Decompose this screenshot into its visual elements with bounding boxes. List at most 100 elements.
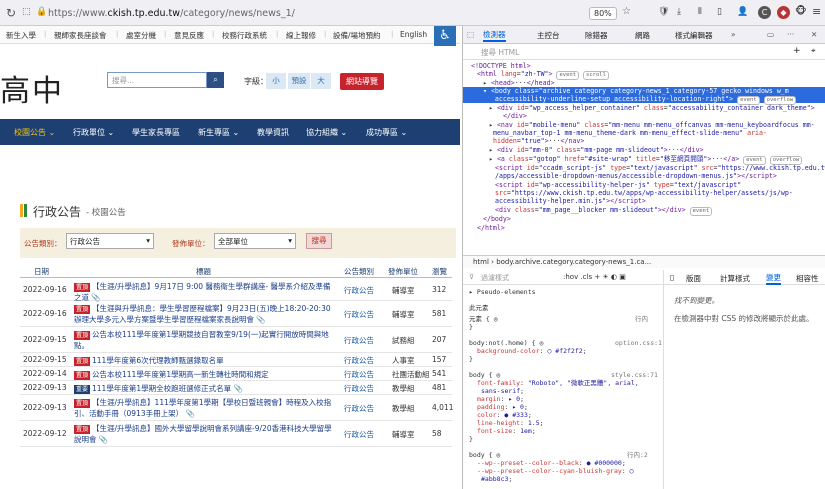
url-field[interactable]: https://www.ckish.tp.edu.tw/category/new… xyxy=(48,8,295,19)
menu-icon[interactable]: ≡ xyxy=(812,5,821,18)
extension-icon[interactable]: 🐵 xyxy=(795,6,807,17)
announcement-title[interactable]: 公告本校111學年度第1學期競技自習教室9/19(一)起實行開放時間與地點。 xyxy=(74,330,329,350)
topnav-item[interactable]: 線上報修 xyxy=(286,30,316,41)
announcement-link[interactable]: 置頂 公告本校111學年度第1學期競技自習教室9/19(一)起實行開放時間與地點。 xyxy=(74,329,334,351)
announcement-link[interactable]: 置頂 【生涯與升學訊息：學生學習歷程檔案】9月23日(五)晚上18:20-20:3… xyxy=(74,303,334,325)
column-header: 日期 xyxy=(34,267,49,276)
fontsize-label: 字級： xyxy=(244,77,268,86)
tab-changes[interactable]: 變更 xyxy=(766,272,781,285)
category-cell[interactable]: 行政公告 xyxy=(344,369,374,380)
mainnav-item[interactable]: 學生家長專區 xyxy=(132,127,180,138)
rules-filter-input[interactable]: 過濾樣式 xyxy=(481,273,509,283)
priority-badge: 置頂 xyxy=(74,425,91,434)
announcement-title[interactable]: 【生涯/升學訊息】國外大學留學說明會系列講座-9/20香港科技大學留學說明會 📎 xyxy=(74,424,332,444)
shield-icon[interactable]: 🛡 xyxy=(658,7,669,17)
mainnav-item-announcements[interactable]: 校園公告 ⌄ xyxy=(14,127,55,138)
announcement-title[interactable]: 公告本校111學年度第1學期高一新生轉社時間和規定 xyxy=(92,370,269,379)
sidebar-icon[interactable]: ▯ xyxy=(717,7,722,17)
mainnav-item[interactable]: 教學資訊 xyxy=(257,127,289,138)
css-rules[interactable]: ▸ Pseudo-elements 此元素 元素 { ◎ 行内 } body:no… xyxy=(463,285,663,489)
topnav-item[interactable]: 意見反應 xyxy=(174,30,204,41)
announcement-title[interactable]: 111學年度第6次代理教師甄選錄取名單 xyxy=(92,356,224,365)
lock-icon: 🔒 xyxy=(36,7,48,17)
views-cell: 541 xyxy=(432,369,447,378)
more-options-icon[interactable]: ··· xyxy=(787,30,794,39)
announcement-link[interactable]: 置頂 【生涯/升學訊息】國外大學留學說明會系列講座-9/20香港科技大學留學說明會… xyxy=(74,423,334,445)
announcement-title[interactable]: 【生涯/升學訊息】111學年度第1學期【學校日暨班親會】時程及入校指引、活動手冊… xyxy=(74,398,331,418)
announcement-link[interactable]: 置頂 【生涯/升學訊息】9月17日 9:00 醫務衛生學群講座- 醫學系介紹及準備… xyxy=(74,281,334,303)
responsive-icon[interactable]: ▭ xyxy=(767,30,774,39)
topnav-item[interactable]: 設備/場地預約 xyxy=(333,30,381,41)
views-cell: 58 xyxy=(432,429,442,438)
tab-layout[interactable]: 版面 xyxy=(686,273,701,284)
announcement-title[interactable]: 【生涯與升學訊息：學生學習歷程檔案】9月23日(五)晚上18:20-20:30辦… xyxy=(74,304,331,324)
announcement-title[interactable]: 111學年度第1學期全校跑班選修正式名單 📎 xyxy=(92,384,243,393)
topnav-item-english[interactable]: English xyxy=(400,30,427,39)
extension-shield-icon[interactable]: ◆ xyxy=(777,6,790,19)
tab-debugger[interactable]: 除錯器 xyxy=(585,30,608,41)
add-node-icon[interactable]: + xyxy=(793,46,801,56)
site-search-input[interactable]: 搜尋... xyxy=(107,72,207,88)
category-cell[interactable]: 行政公告 xyxy=(344,285,374,296)
html-search-input[interactable]: 搜尋 HTML xyxy=(463,44,825,60)
school-logo[interactable]: 高中 xyxy=(0,66,64,110)
tab-inspector[interactable]: 檢測器 xyxy=(483,29,506,42)
mainnav-item[interactable]: 行政單位 ⌄ xyxy=(73,127,114,138)
fontsize-small-button[interactable]: 小 xyxy=(266,73,286,89)
download-icon[interactable]: ⤓ xyxy=(677,7,681,17)
category-cell[interactable]: 行政公告 xyxy=(344,383,374,394)
tab-compatibility[interactable]: 相容性 xyxy=(796,273,819,284)
fontsize-default-button[interactable]: 預設 xyxy=(288,73,310,89)
tab-console[interactable]: 主控台 xyxy=(537,30,560,41)
unit-cell: 社團活動組 xyxy=(392,370,430,379)
more-tabs-icon[interactable]: » xyxy=(731,30,736,39)
eyedropper-icon[interactable]: ⌖ xyxy=(811,46,816,56)
announcement-link[interactable]: 置頂 公告本校111學年度第1學期高一新生轉社時間和規定 xyxy=(74,369,334,380)
topnav-item[interactable]: 校務行政系統 xyxy=(222,30,267,41)
category-select[interactable]: 行政公告 ▾ xyxy=(66,233,154,249)
mainnav-item[interactable]: 協力組織 ⌄ xyxy=(306,127,347,138)
site-search-button[interactable]: ⌕ xyxy=(207,72,224,88)
announcement-link[interactable]: 重要 111學年度第1學期全校跑班選修正式名單 📎 xyxy=(74,383,334,394)
tab-style-editor[interactable]: 樣式編輯器 xyxy=(675,30,713,41)
main-nav: 校園公告 ⌄ 行政單位 ⌄ 學生家長專區 新生專區 ⌄ 教學資訊 協力組織 ⌄ … xyxy=(0,119,460,145)
announcement-link[interactable]: 置頂 【生涯/升學訊息】111學年度第1學期【學校日暨班親會】時程及入校指引、活動… xyxy=(74,397,334,419)
tab-computed[interactable]: 計算樣式 xyxy=(720,273,750,284)
no-changes-text: 找不到變更。 xyxy=(674,296,719,305)
fontsize-large-button[interactable]: 大 xyxy=(311,73,331,89)
date-cell: 2022-09-16 xyxy=(23,285,67,294)
mainnav-item[interactable]: 新生專區 ⌄ xyxy=(198,127,239,138)
accessibility-button[interactable]: ♿ xyxy=(434,26,456,46)
category-cell[interactable]: 行政公告 xyxy=(344,309,374,320)
tab-network[interactable]: 網路 xyxy=(635,30,650,41)
zoom-indicator[interactable]: 80% xyxy=(589,7,617,20)
bookmark-star-icon[interactable]: ☆ xyxy=(622,6,631,17)
category-cell[interactable]: 行政公告 xyxy=(344,429,374,440)
topnav-item[interactable]: 新生入學 xyxy=(6,30,36,41)
extension-c-icon[interactable]: C xyxy=(758,6,771,19)
category-cell[interactable]: 行政公告 xyxy=(344,403,374,414)
dom-breadcrumb[interactable]: html › body.archive.category.category-ne… xyxy=(463,255,825,268)
refresh-icon[interactable]: ↻ xyxy=(6,6,16,20)
close-icon[interactable]: ✕ xyxy=(811,30,817,39)
announcement-link[interactable]: 置頂 111學年度第6次代理教師甄選錄取名單 xyxy=(74,355,334,366)
topnav-item[interactable]: 處室分機 xyxy=(126,30,156,41)
sidebar-toggle-icon[interactable]: ▯ xyxy=(670,273,674,282)
unit-select[interactable]: 全部單位 ▾ xyxy=(214,233,296,249)
category-cell[interactable]: 行政公告 xyxy=(344,335,374,346)
dropdown-icon: ▾ xyxy=(146,236,150,245)
category-cell[interactable]: 行政公告 xyxy=(344,355,374,366)
column-header: 發佈單位 xyxy=(388,267,418,276)
pick-element-icon[interactable]: ⬚ xyxy=(467,30,474,39)
views-cell: 481 xyxy=(432,383,447,392)
site-map-button[interactable]: 網站導覽 xyxy=(340,73,384,90)
topnav-item[interactable]: 親師家長座談會 xyxy=(54,30,107,41)
account-icon[interactable]: 👤 xyxy=(737,7,748,17)
table-row: 2022-09-14 行政公告 社團活動組 541 置頂 公告本校111學年度第1學期高一… xyxy=(20,367,452,381)
mainnav-item[interactable]: 成功專區 ⌄ xyxy=(366,127,407,138)
library-icon[interactable]: ⫴ xyxy=(698,7,702,17)
filter-search-button[interactable]: 搜尋 xyxy=(306,233,332,249)
announcement-title[interactable]: 【生涯/升學訊息】9月17日 9:00 醫務衛生學群講座- 醫學系介紹及準備之道… xyxy=(74,282,331,302)
dom-tree[interactable]: <!DOCTYPE html> <html lang="zh-TW"> even… xyxy=(463,60,825,256)
hover-state-toggle[interactable]: :hov .cls + ☀ ◐ ▣ xyxy=(563,273,626,281)
